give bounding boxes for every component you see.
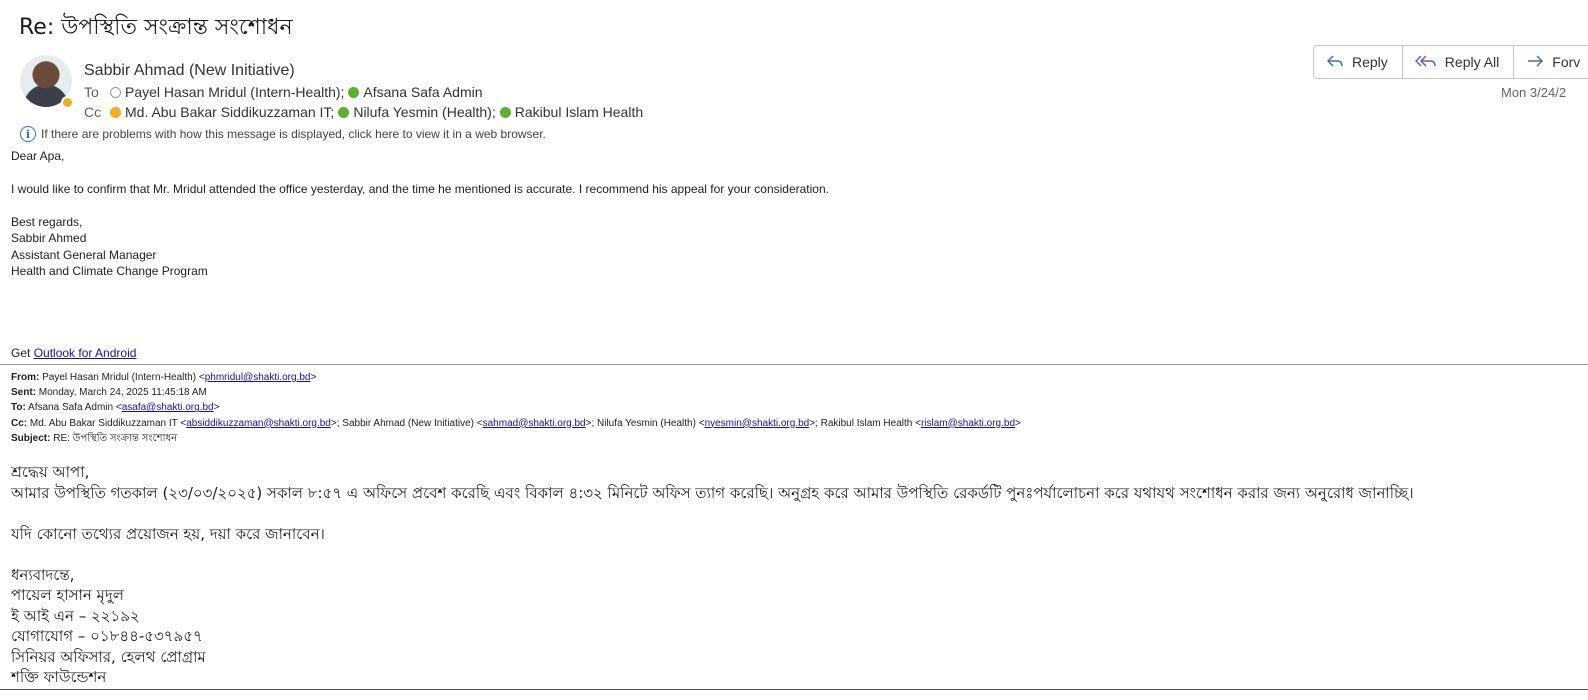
available-status-icon [348,86,360,98]
to-line: To Payel Hasan Mridul (Intern-Health); A… [84,84,487,100]
info-banner-text: If there are problems with how this mess… [41,127,546,141]
to-label: To: [11,402,26,414]
subject-label: Subject: [11,432,51,444]
quoted-divider [0,364,1588,365]
presence-away-icon [61,96,74,109]
get-outlook-line: Get Outlook for Android [11,345,136,362]
bangla-sig-ein: ই আই এন – ২২১৯২ [11,607,140,625]
forward-label: Forv [1552,54,1581,70]
subject-value: RE: উপস্থিতি সংক্রান্ত সংশোধন [50,432,178,444]
cc-recipient[interactable]: Md. Abu Bakar Siddikuzzaman IT; [125,104,334,120]
cc-email-link[interactable]: absiddikuzzaman@shakti.org.bd [186,418,331,429]
to-email-link[interactable]: asafa@shakti.org.bd [122,402,214,413]
bracket: > [310,372,317,383]
original-sent-line: Sent: Monday, March 24, 2025 11:45:18 AM [11,385,1021,400]
available-status-icon [499,106,511,118]
cc-name: Md. Abu Bakar Siddikuzzaman IT < [27,417,187,429]
cc-email-link[interactable]: nyesmin@shakti.org.bd [705,418,810,429]
sender-name[interactable]: Sabbir Ahmad (New Initiative) [84,62,295,80]
cc-name: >; Nilufa Yesmin (Health) < [585,417,705,429]
cc-name: >; Sabbir Ahmad (New Initiative) < [330,417,483,429]
reply-all-button[interactable]: Reply All [1403,46,1515,78]
cc-email-link[interactable]: sahmad@shakti.org.bd [483,418,586,429]
cc-email-link[interactable]: rislam@shakti.org.bd [921,418,1015,429]
reply-all-icon [1414,53,1437,72]
available-status-icon [338,106,350,118]
cc-recipient[interactable]: Nilufa Yesmin (Health); [353,104,495,120]
bangla-sig-name: পায়েল হাসান মৃদুল [11,586,124,604]
reply-closing: Best regards, [11,215,83,229]
bracket: > [213,402,220,414]
forward-button[interactable]: Forv [1514,46,1588,78]
cc-label: Cc [84,104,102,120]
original-to-line: To: Afsana Safa Admin <asafa@shakti.org.… [11,400,1021,415]
bangla-sig-title: সিনিয়র অফিসার, হেলথ প্রোগ্রাম [11,648,206,666]
signature-name: Sabbir Ahmed [11,231,87,245]
reply-greeting: Dear Apa, [11,149,65,163]
bangla-greeting: শ্রদ্ধেয় আপা, [11,463,90,481]
reply-label: Reply [1352,54,1388,70]
bangla-sig-contact: যোগাযোগ – ০১৮৪৪-৫৩৭৯৫৭ [11,627,203,645]
cc-label: Cc: [11,417,28,429]
info-banner[interactable]: i If there are problems with how this me… [20,126,546,142]
sent-value: Monday, March 24, 2025 11:45:18 AM [36,387,207,399]
bangla-closing: ধন্যবাদন্তে, [11,566,75,584]
signature-title: Assistant General Manager [11,248,157,262]
bracket: > [1015,417,1021,429]
reply-paragraph: I would like to confirm that Mr. Mridul … [11,182,829,196]
bangla-request: যদি কোনো তথ্যের প্রয়োজন হয়, দয়া করে জ… [11,525,325,543]
cc-recipient[interactable]: Rakibul Islam Health [515,104,643,120]
reply-icon [1326,53,1344,72]
reply-all-label: Reply All [1444,54,1500,70]
to-recipient[interactable]: Afsana Safa Admin [363,84,482,100]
bangla-sig-org: শক্তি ফাউন্ডেশন [11,668,107,686]
bottom-border [0,689,1588,690]
to-label: To [84,84,99,100]
cc-name: >; Rakibul Islam Health < [809,417,921,429]
message-date: Mon 3/24/2 [1501,85,1567,100]
message-subject: Re: উপস্থিতি সংক্রান্ত সংশোধন [19,15,293,40]
to-recipient[interactable]: Payel Hasan Mridul (Intern-Health); [125,84,344,100]
signature-program: Health and Climate Change Program [11,264,208,278]
outlook-android-link[interactable]: Outlook for Android [34,346,137,360]
from-label: From: [11,372,40,383]
sender-avatar[interactable] [20,55,74,109]
forward-icon [1526,53,1544,72]
to-name: Afsana Safa Admin < [25,402,122,414]
sent-label: Sent: [11,387,36,399]
original-from-line: From: Payel Hasan Mridul (Intern-Health)… [11,370,1021,385]
bangla-paragraph: আমার উপস্থিতি গতকাল (২৩/০৩/২০২৫) সকাল ৮:… [11,484,1414,502]
get-prefix: Get [11,346,34,360]
original-header: From: Payel Hasan Mridul (Intern-Health)… [11,370,1021,446]
cc-line: Cc Md. Abu Bakar Siddikuzzaman IT; Niluf… [84,104,647,120]
away-status-icon [110,106,121,118]
from-name: Payel Hasan Mridul (Intern-Health) < [39,372,205,383]
offline-status-icon [110,86,121,98]
from-email-link[interactable]: phmridul@shakti.org.bd [205,372,311,383]
message-actions: Reply Reply All Forv [1313,45,1588,79]
info-icon: i [20,126,36,142]
original-subject-line: Subject: RE: উপস্থিতি সংক্রান্ত সংশোধন [11,431,1021,446]
original-cc-line: Cc: Md. Abu Bakar Siddikuzzaman IT <absi… [11,416,1021,431]
reply-button[interactable]: Reply [1314,46,1403,78]
